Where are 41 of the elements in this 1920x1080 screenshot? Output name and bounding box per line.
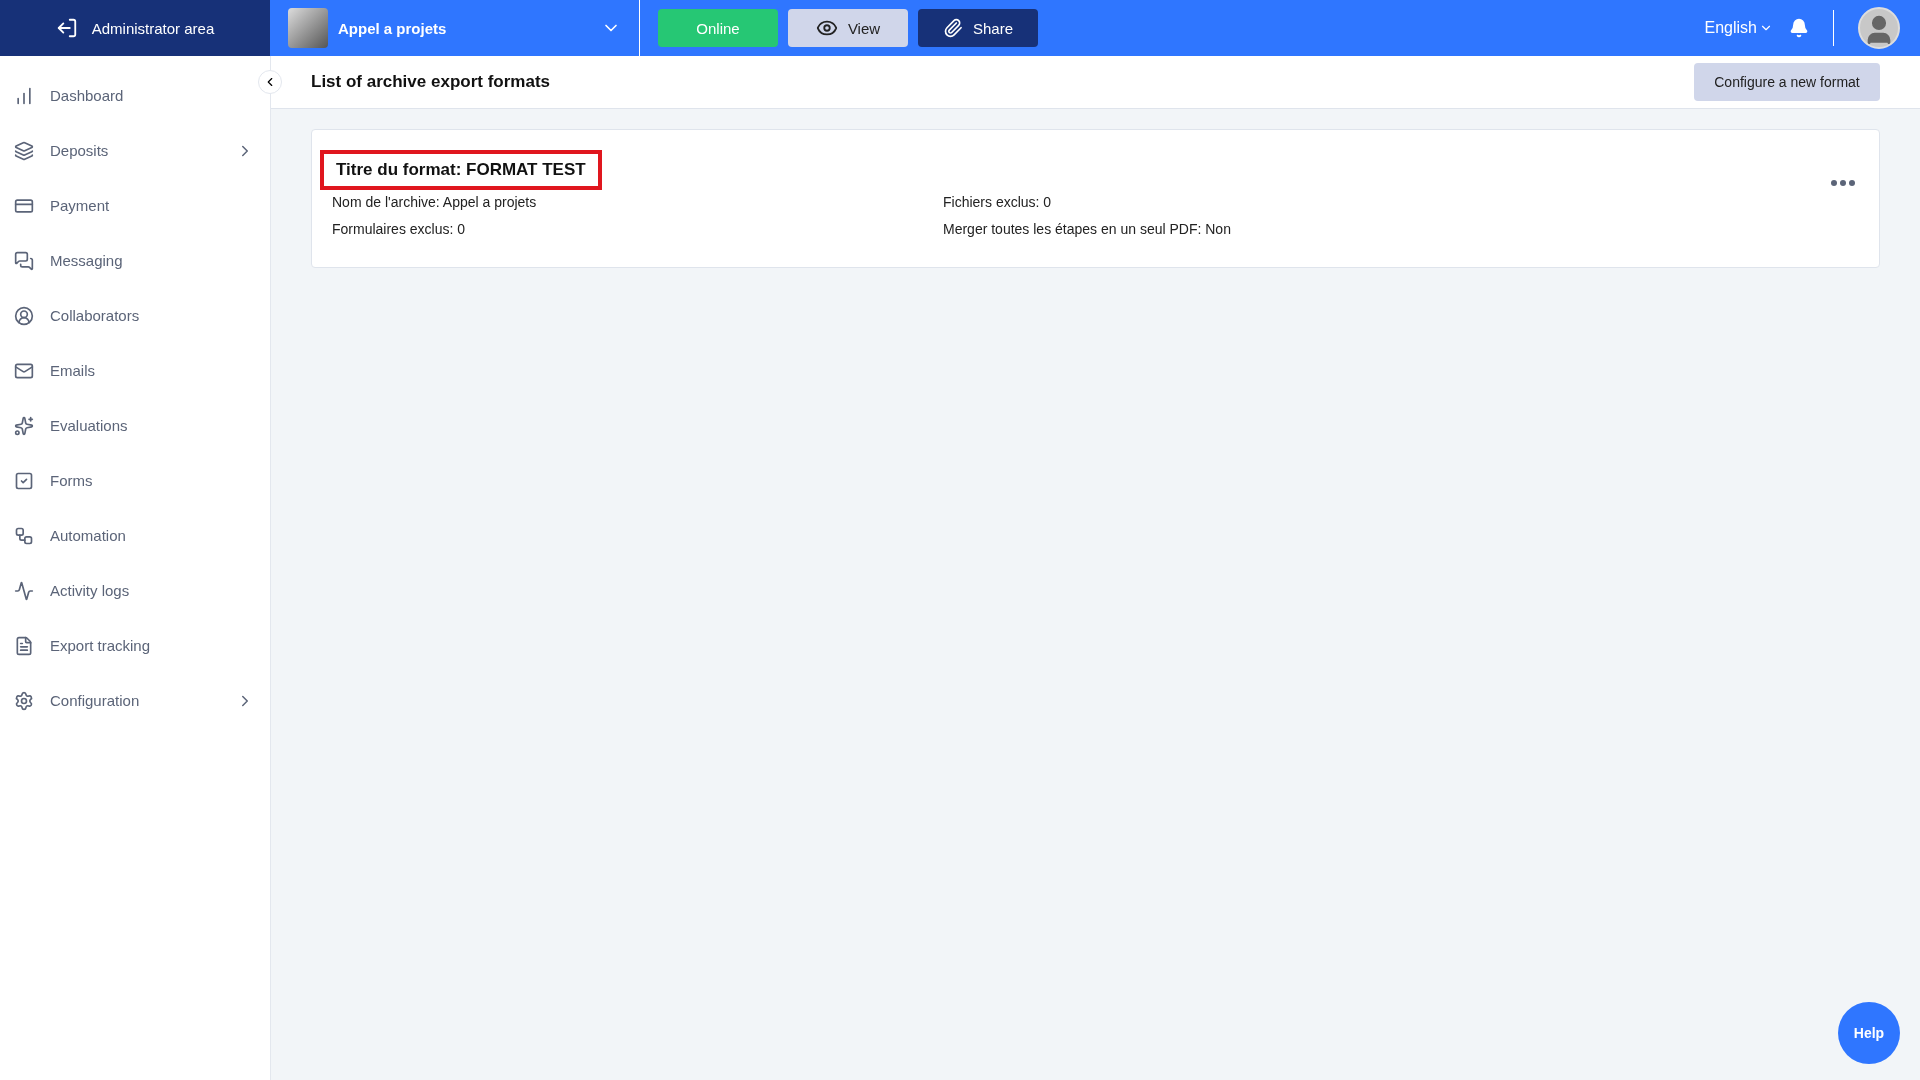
share-button[interactable]: Share [918,9,1038,47]
page-title: List of archive export formats [311,72,550,92]
sidebar-item[interactable]: Activity logs [0,563,270,618]
view-button[interactable]: View [788,9,908,47]
format-detail: Nom de l'archive: Appel a projets [332,194,538,210]
document-icon [14,635,34,656]
user-circle-icon [14,305,34,326]
ellipsis-icon [1831,180,1855,186]
format-title: Titre du format: FORMAT TEST [320,150,602,190]
exit-icon [55,17,78,39]
sidebar-item[interactable]: Evaluations [0,398,270,453]
format-detail: Merger toutes les étapes en un seul PDF: Non [943,221,1232,237]
paperclip-icon [943,18,963,38]
help-button[interactable]: Help [1838,1002,1900,1064]
sidebar-item[interactable]: Payment [0,178,270,233]
sidebar-item[interactable]: Messaging [0,233,270,288]
sidebar-item[interactable]: Emails [0,343,270,398]
bell-icon[interactable] [1789,18,1809,38]
layers-icon [14,140,34,161]
sidebar-item[interactable]: Automation [0,508,270,563]
pulse-icon [14,580,34,601]
settings-icon [14,690,34,711]
collapse-button[interactable] [258,70,282,94]
stars-icon [14,415,34,436]
sidebar-item[interactable]: Export tracking [0,618,270,673]
project-name: Appel a projets [338,19,448,37]
sidebar-item[interactable]: Dashboard [0,68,270,123]
sidebar-item[interactable]: Configuration [0,673,270,728]
configure-format-button[interactable]: Configure a new format [1694,63,1880,101]
avatar[interactable] [1858,7,1900,49]
more-options-button[interactable] [1831,180,1855,186]
sidebar-item[interactable]: Deposits [0,123,270,178]
bar-chart-icon [14,85,34,106]
language-selector[interactable]: English [1698,18,1779,38]
sidebar-item[interactable]: Forms [0,453,270,508]
format-detail: Formulaires exclus: 0 [332,221,467,237]
photo-placeholder [288,8,328,48]
checkbox-icon [14,470,34,491]
chat-bubbles-icon [14,250,34,271]
sidebar-item[interactable]: Collaborators [0,288,270,343]
format-detail: Fichiers exclus: 0 [943,194,1053,210]
